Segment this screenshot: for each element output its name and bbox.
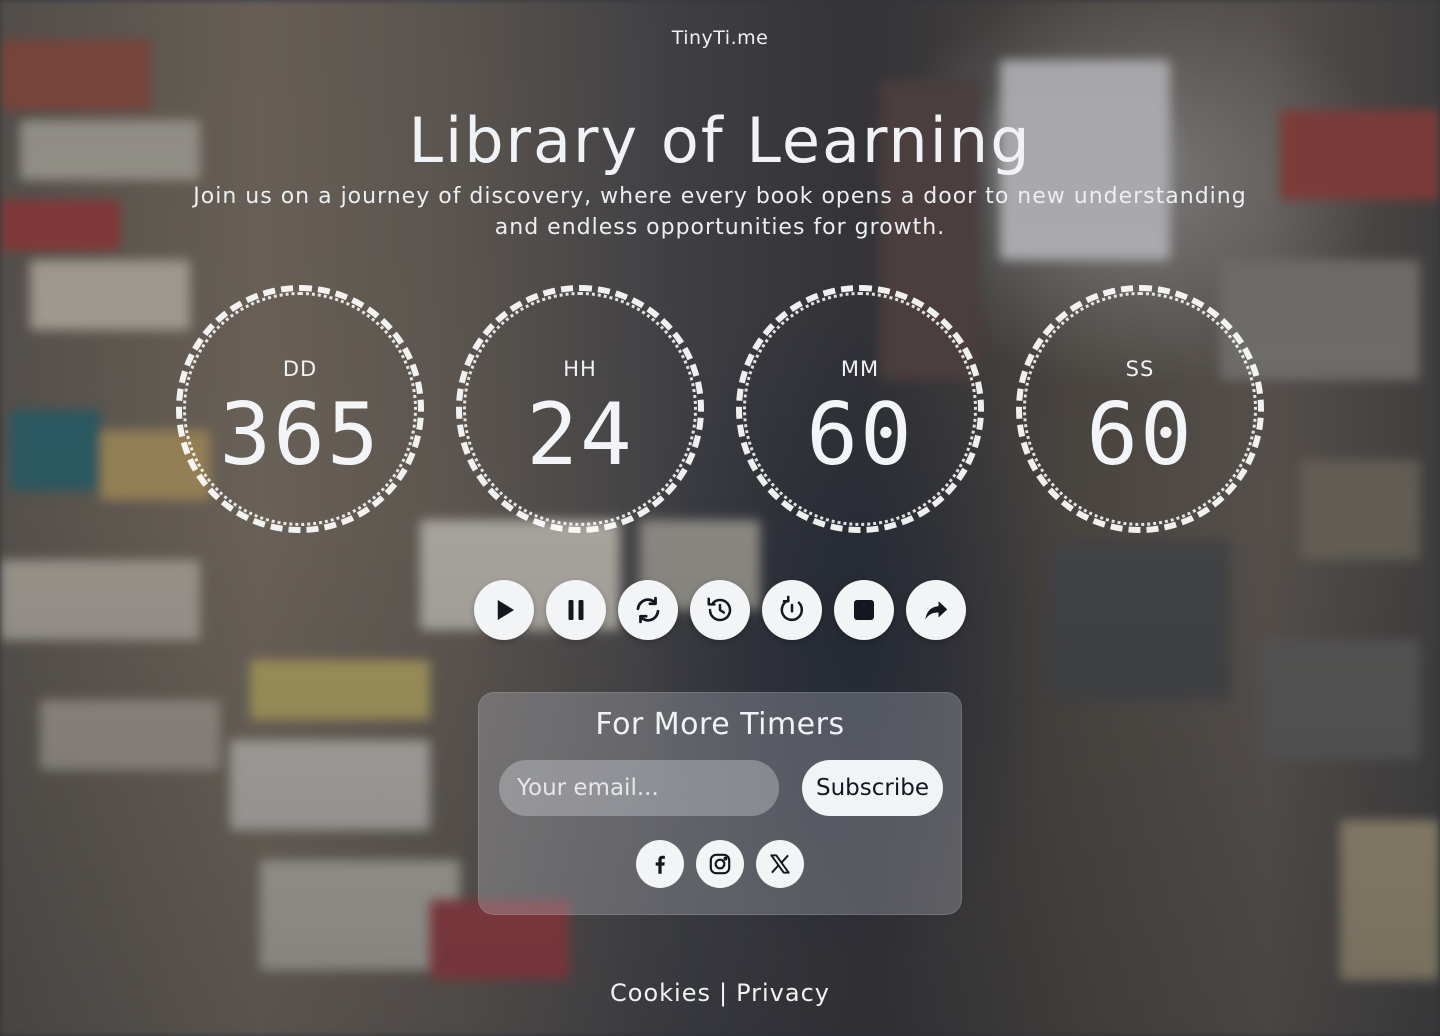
instagram-link[interactable] (696, 840, 744, 888)
footer: Cookies | Privacy (0, 979, 1440, 1007)
privacy-link[interactable]: Privacy (736, 979, 830, 1007)
page-subtitle: Join us on a journey of discovery, where… (193, 184, 1247, 240)
x-icon (770, 854, 790, 874)
footer-separator: | (718, 979, 729, 1007)
facebook-link[interactable] (636, 840, 684, 888)
page-title: Library of Learning (408, 104, 1032, 177)
x-link[interactable] (756, 840, 804, 888)
refresh-icon (636, 596, 660, 624)
countdown-minutes: MM 60 (736, 285, 984, 533)
countdown: DD 365 HH 24 MM 60 SS 60 (0, 285, 1440, 533)
subscribe-title: For More Timers (595, 707, 845, 742)
countdown-days-label: DD (282, 357, 318, 381)
facebook-icon (655, 855, 665, 874)
countdown-hours-label: HH (563, 357, 597, 381)
stop-icon (854, 600, 874, 620)
instagram-icon (709, 853, 731, 875)
brand-logo[interactable]: TinyTi.me (0, 27, 1440, 49)
countdown-seconds-label: SS (1125, 357, 1155, 381)
share-icon (925, 601, 948, 620)
history-icon (707, 597, 732, 622)
play-button[interactable] (474, 580, 534, 640)
subscribe-panel: For More Timers Subscribe (478, 692, 962, 915)
page: TinyTi.me Library of Learning Join us on… (0, 0, 1440, 1036)
countdown-minutes-label: MM (840, 357, 880, 381)
cookies-link[interactable]: Cookies (610, 979, 711, 1007)
timer-controls (474, 580, 966, 640)
pause-icon (568, 600, 584, 620)
countdown-days: DD 365 (176, 285, 424, 533)
countdown-hours-value: 24 (526, 385, 634, 485)
reset-button[interactable] (762, 580, 822, 640)
countdown-seconds-value: 60 (1086, 385, 1194, 485)
email-field[interactable] (499, 760, 779, 816)
pause-button[interactable] (546, 580, 606, 640)
history-button[interactable] (690, 580, 750, 640)
subscribe-button[interactable]: Subscribe (802, 760, 943, 816)
countdown-days-value: 365 (219, 385, 381, 485)
play-icon (497, 600, 514, 620)
countdown-seconds: SS 60 (1016, 285, 1264, 533)
countdown-hours: HH 24 (456, 285, 704, 533)
countdown-minutes-value: 60 (806, 385, 914, 485)
restart-button[interactable] (618, 580, 678, 640)
stop-button[interactable] (834, 580, 894, 640)
reset-icon (780, 595, 804, 622)
share-button[interactable] (906, 580, 966, 640)
social-links (636, 840, 804, 888)
